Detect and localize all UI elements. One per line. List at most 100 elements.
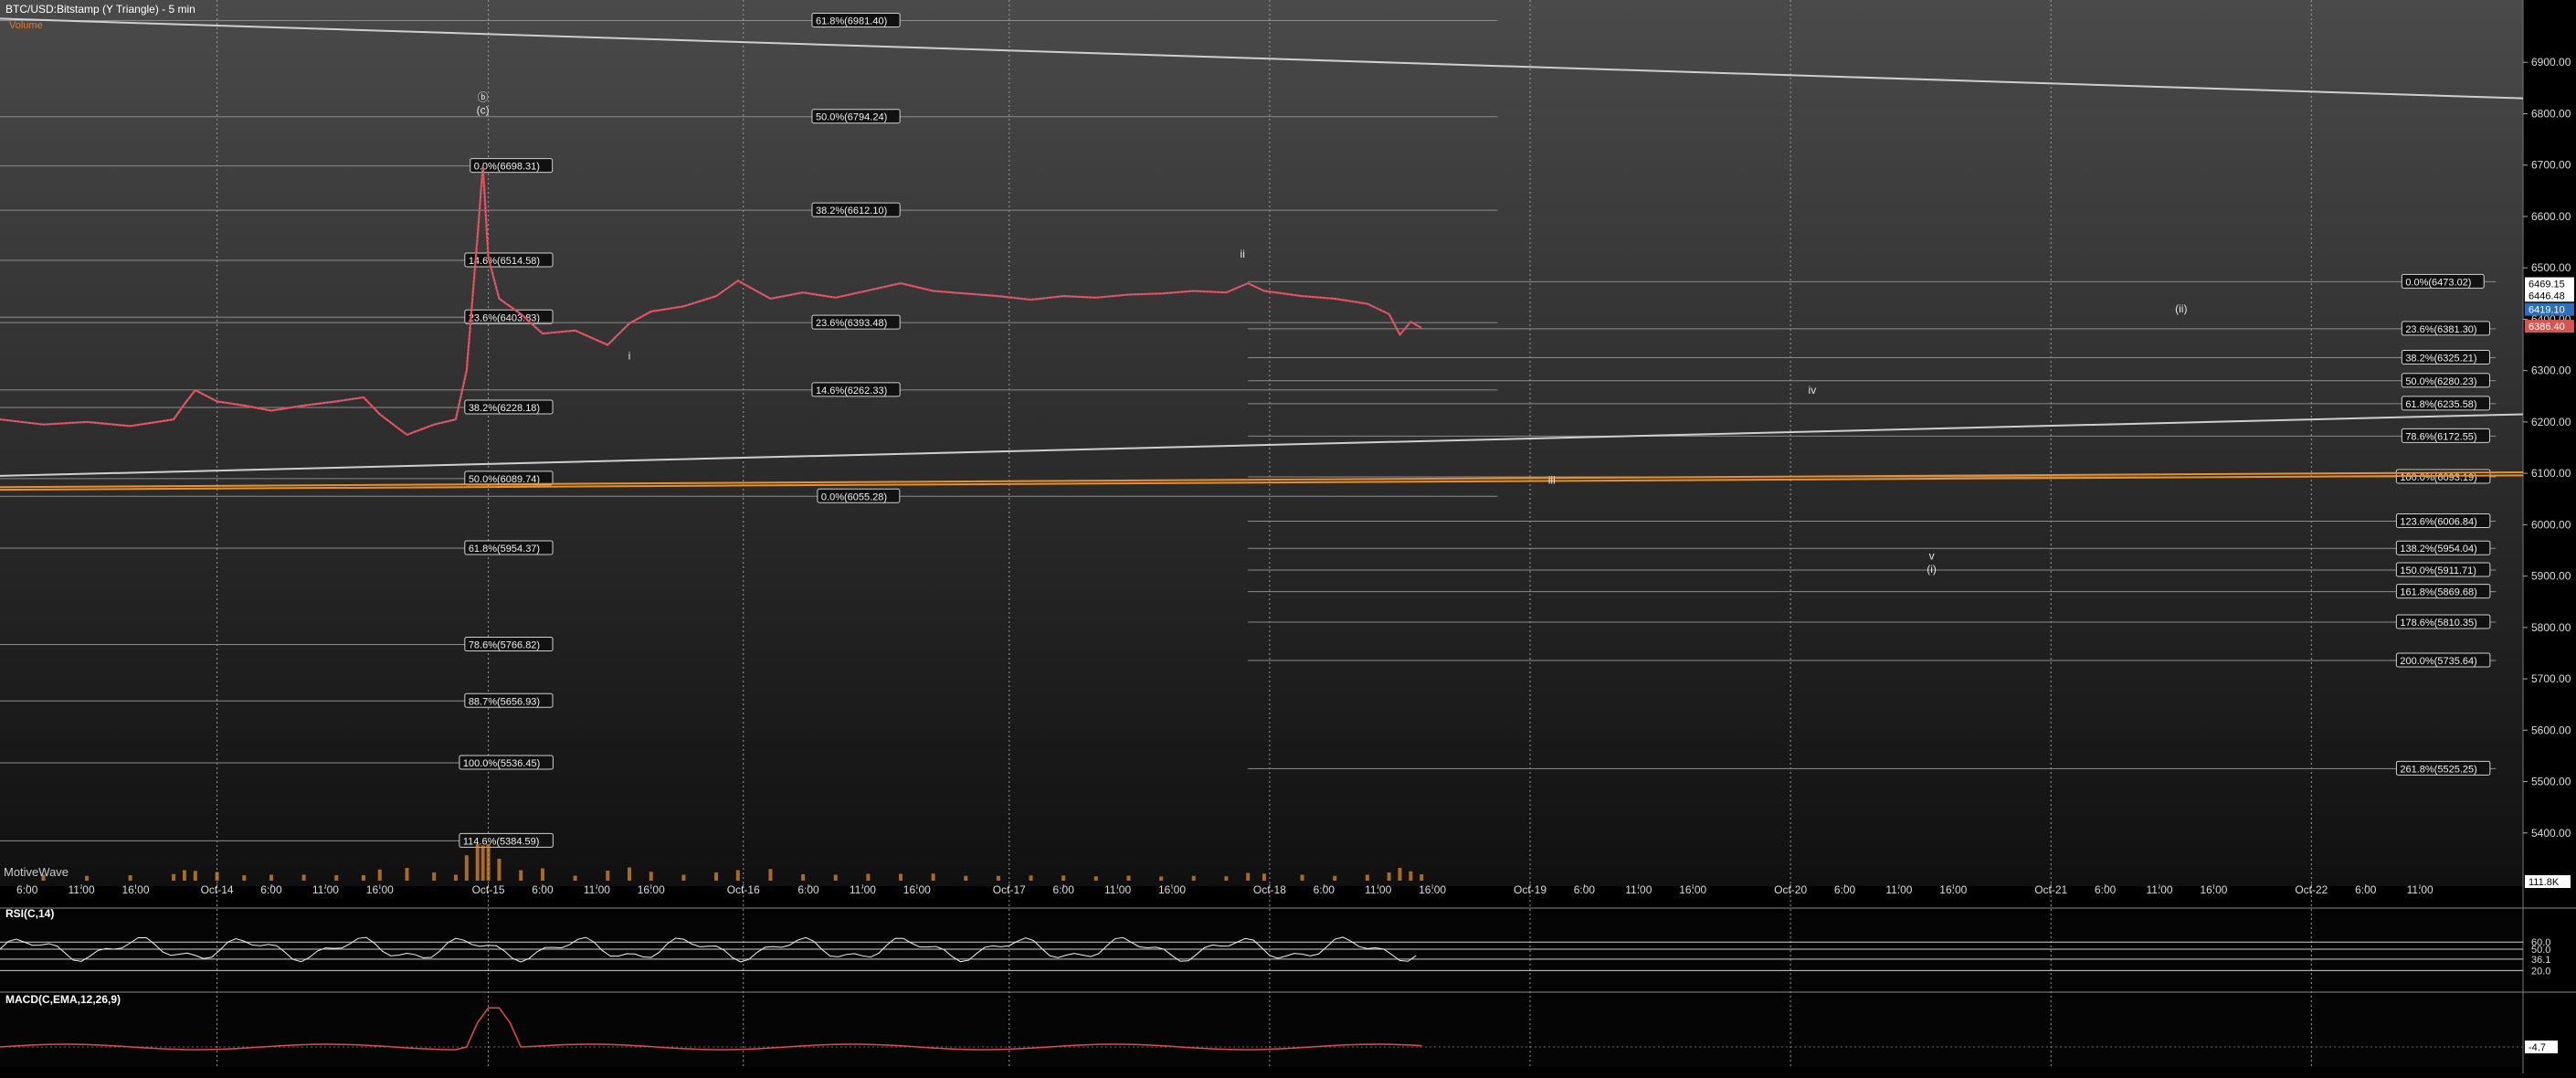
price-tick-label: 6900.00 xyxy=(2531,56,2571,69)
time-tick-label: Oct-21 xyxy=(2034,883,2067,896)
price-tick-label: 6700.00 xyxy=(2531,159,2571,172)
time-tick-label: 11:00 xyxy=(584,883,610,896)
watermark: MotiveWave xyxy=(4,865,69,879)
volume-bar xyxy=(1061,875,1066,881)
time-tick-label: Oct-22 xyxy=(2295,883,2328,896)
time-tick-label: 16:00 xyxy=(903,883,931,896)
time-tick-label: 11:00 xyxy=(1104,883,1131,896)
price-tick-label: 5700.00 xyxy=(2531,672,2571,685)
volume-bar xyxy=(1262,873,1266,881)
time-tick-label: 16:00 xyxy=(366,883,394,896)
volume-bar xyxy=(453,874,458,881)
volume-bar xyxy=(1029,875,1033,881)
wave-label: (ii) xyxy=(2175,302,2187,315)
fib-level-label: 161.8%(5869.68) xyxy=(2400,587,2476,598)
fib-level-label: 114.6%(5384.59) xyxy=(463,836,540,847)
fib-level-label: 100.0%(5536.45) xyxy=(463,758,540,769)
wave-label: (c) xyxy=(477,103,490,116)
chart-svg[interactable]: 6900.006800.006700.006600.006500.006400.… xyxy=(0,0,2576,1073)
chart-stage[interactable]: 6900.00 6800.00 6700.00 6600.00 6500.00 6400.… xyxy=(0,0,2576,1073)
price-badge-label: 6386.40 xyxy=(2528,322,2565,333)
price-tick-label: 6600.00 xyxy=(2531,210,2571,223)
fib-level-label: 138.2%(5954.04) xyxy=(2400,544,2476,555)
volume-bar xyxy=(128,875,132,881)
fib-level-label: 14.6%(6514.58) xyxy=(469,256,540,267)
price-tick-label: 6300.00 xyxy=(2531,365,2571,377)
wave-label: (i) xyxy=(1927,563,1937,576)
fib-level-label: 61.8%(6981.40) xyxy=(816,16,887,26)
wave-label: iii xyxy=(1548,473,1556,486)
time-tick-label: 16:00 xyxy=(121,883,149,896)
fib-level-label: 100.0%(6093.19) xyxy=(2400,472,2476,483)
volume-bar xyxy=(1093,876,1098,881)
wave-label: ⓑ xyxy=(478,90,489,103)
time-tick-label: Oct-19 xyxy=(1514,883,1547,896)
fib-level-label: 178.6%(5810.35) xyxy=(2400,618,2476,629)
time-tick-label: 16:00 xyxy=(638,883,665,896)
price-tick-label: 5600.00 xyxy=(2531,724,2571,736)
time-tick-label: 6:00 xyxy=(1834,883,1856,896)
volume-bar xyxy=(1126,875,1131,881)
fib-level-label: 78.6%(5766.82) xyxy=(469,639,540,650)
volume-bar xyxy=(1300,874,1304,881)
price-badge-label: 6419.10 xyxy=(2528,305,2565,316)
macd-pane[interactable] xyxy=(0,998,2523,1067)
volume-bar xyxy=(1333,875,1337,881)
time-tick-label: 16:00 xyxy=(1419,883,1446,896)
volume-bar xyxy=(1246,872,1251,881)
time-tick-label: Oct-18 xyxy=(1253,883,1286,896)
fib-level-label: 200.0%(5735.64) xyxy=(2400,656,2476,667)
price-tick-label: 6000.00 xyxy=(2531,518,2571,531)
volume-bar xyxy=(801,874,806,881)
price-badge-label: 6469.15 xyxy=(2528,280,2565,291)
price-badge-label: 6446.48 xyxy=(2528,291,2565,301)
time-tick-label: 6:00 xyxy=(16,883,38,896)
price-tick-label: 6100.00 xyxy=(2531,467,2571,480)
wave-label: v xyxy=(1929,550,1935,563)
fib-level-label: 88.7%(5656.93) xyxy=(469,696,540,707)
price-tick-label: 5900.00 xyxy=(2531,570,2571,583)
volume-bar xyxy=(172,873,176,881)
volume-bar xyxy=(1409,871,1413,881)
price-pane[interactable] xyxy=(0,0,2523,886)
time-tick-label: Oct-17 xyxy=(993,883,1026,896)
time-tick-label: 6:00 xyxy=(260,883,282,896)
fib-level-label: 78.6%(6172.55) xyxy=(2405,431,2476,442)
fib-level-label: 0.0%(6473.02) xyxy=(2405,277,2471,288)
volume-bar xyxy=(242,875,247,881)
volume-bar xyxy=(1224,876,1229,881)
volume-bar xyxy=(519,870,523,881)
volume-bar xyxy=(714,872,719,881)
fib-level-label: 123.6%(6006.84) xyxy=(2400,517,2476,528)
volume-bar xyxy=(301,874,306,881)
volume-bar xyxy=(480,845,485,881)
time-tick-label: 6:00 xyxy=(2355,883,2377,896)
fib-level-label: 150.0%(5911.71) xyxy=(2400,565,2476,576)
time-tick-label: Oct-20 xyxy=(1774,883,1807,896)
volume-bar xyxy=(1420,874,1424,881)
volume-bar xyxy=(269,874,273,881)
volume-bar xyxy=(628,867,632,881)
volume-bar xyxy=(1191,875,1196,881)
wave-label: iv xyxy=(1809,384,1817,396)
time-tick-label: 16:00 xyxy=(2200,883,2227,896)
price-tick-label: 6800.00 xyxy=(2531,107,2571,120)
price-tick-label: 5500.00 xyxy=(2531,776,2571,788)
volume-bar xyxy=(1159,876,1164,881)
volume-bar xyxy=(899,873,903,881)
time-tick-label: 11:00 xyxy=(2407,883,2433,896)
volume-bar xyxy=(475,844,480,881)
time-tick-label: 16:00 xyxy=(1679,883,1706,896)
volume-bar xyxy=(464,855,469,881)
volume-bar xyxy=(964,875,968,881)
fib-level-label: 261.8%(5525.25) xyxy=(2400,764,2476,775)
price-tick-label: 5800.00 xyxy=(2531,621,2571,634)
fib-level-label: 23.6%(6393.48) xyxy=(816,318,887,329)
time-tick-label: 6:00 xyxy=(1574,883,1596,896)
volume-bar xyxy=(1398,868,1402,881)
time-tick-label: 6:00 xyxy=(1053,883,1075,896)
volume-bar xyxy=(540,868,544,881)
volume-bar xyxy=(573,875,577,881)
volume-label: Volume xyxy=(9,20,43,31)
volume-bar xyxy=(866,873,871,881)
